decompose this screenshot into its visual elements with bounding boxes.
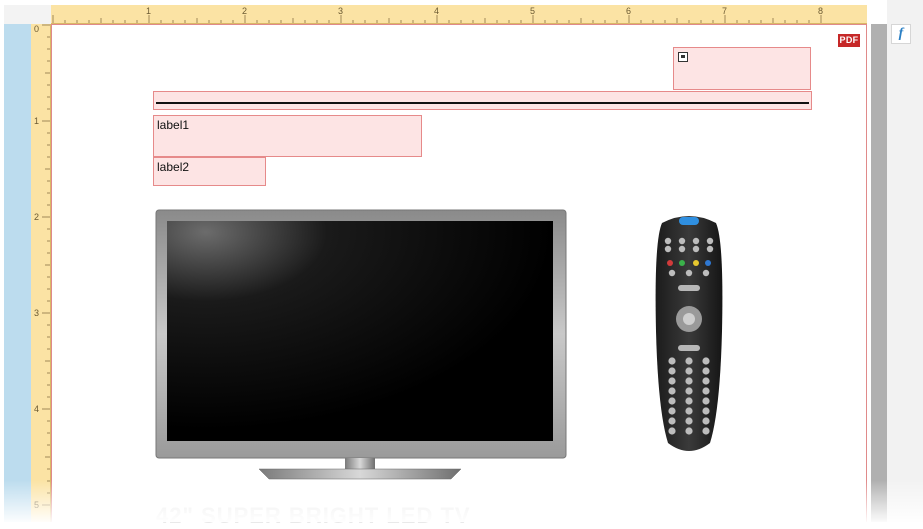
remote-button xyxy=(685,269,693,277)
remote-button xyxy=(702,357,710,365)
label2-control[interactable]: label2 xyxy=(153,157,266,186)
remote-button xyxy=(685,357,693,365)
line-control-band[interactable] xyxy=(153,91,812,110)
remote-button xyxy=(702,367,710,375)
remote-button xyxy=(668,387,676,395)
ruler-margin-indicator xyxy=(4,24,31,522)
vertical-ruler: 012345 xyxy=(31,24,51,522)
ruler-corner xyxy=(4,5,51,24)
remote-button xyxy=(702,417,710,425)
ruler-number: 4 xyxy=(434,6,440,16)
remote-button xyxy=(668,357,676,365)
ruler-ticks-vertical xyxy=(42,24,50,506)
horizontal-ruler: 1 2 3 4 5 6 7 8 xyxy=(51,5,867,24)
ruler-number: 3 xyxy=(338,6,344,16)
label1-text: label1 xyxy=(157,118,190,132)
vertical-scrollbar[interactable] xyxy=(871,24,887,522)
ruler-number: 6 xyxy=(626,6,632,16)
remote-button xyxy=(706,237,714,245)
tv-image[interactable] xyxy=(155,209,567,481)
remote-button xyxy=(678,237,686,245)
remote-button xyxy=(668,269,676,277)
function-button[interactable]: f xyxy=(891,24,911,44)
remote-button xyxy=(685,427,693,435)
remote-button xyxy=(692,237,700,245)
remote-button xyxy=(685,377,693,385)
ruler-number: 2 xyxy=(34,212,40,222)
right-side-panel xyxy=(887,0,923,522)
remote-button xyxy=(668,397,676,405)
ruler-number: 0 xyxy=(34,24,40,34)
ruler-number: 1 xyxy=(34,116,40,126)
label2-text: label2 xyxy=(157,160,190,174)
image-icon xyxy=(678,52,688,62)
ruler-number: 4 xyxy=(34,404,40,414)
horizontal-line xyxy=(156,102,809,104)
ruler-number: 1 xyxy=(146,6,152,16)
remote-button xyxy=(685,367,693,375)
ruler-number: 7 xyxy=(722,6,728,16)
remote-button xyxy=(668,417,676,425)
remote-button xyxy=(702,397,710,405)
remote-button xyxy=(685,407,693,415)
remote-button xyxy=(685,397,693,405)
ruler-number: 5 xyxy=(530,6,536,16)
remote-button xyxy=(668,367,676,375)
remote-button xyxy=(692,245,700,253)
remote-button xyxy=(685,417,693,425)
ruler-number: 8 xyxy=(818,6,824,16)
remote-button xyxy=(664,237,672,245)
remote-button xyxy=(702,407,710,415)
bottom-fade xyxy=(0,480,923,522)
remote-button xyxy=(702,269,710,277)
remote-button xyxy=(668,427,676,435)
remote-button xyxy=(668,407,676,415)
ruler-ticks xyxy=(52,15,822,23)
pdf-export-button[interactable]: PDF xyxy=(838,34,860,47)
remote-button xyxy=(702,377,710,385)
label1-control[interactable]: label1 xyxy=(153,115,422,157)
remote-button xyxy=(678,245,686,253)
ruler-number: 3 xyxy=(34,308,40,318)
ruler-number: 2 xyxy=(242,6,248,16)
remote-button xyxy=(664,245,672,253)
remote-button xyxy=(702,427,710,435)
remote-button xyxy=(685,387,693,395)
remote-button xyxy=(706,245,714,253)
remote-button xyxy=(668,377,676,385)
remote-button xyxy=(702,387,710,395)
remote-control-image[interactable] xyxy=(652,211,726,455)
picture-box-control[interactable] xyxy=(673,47,811,90)
